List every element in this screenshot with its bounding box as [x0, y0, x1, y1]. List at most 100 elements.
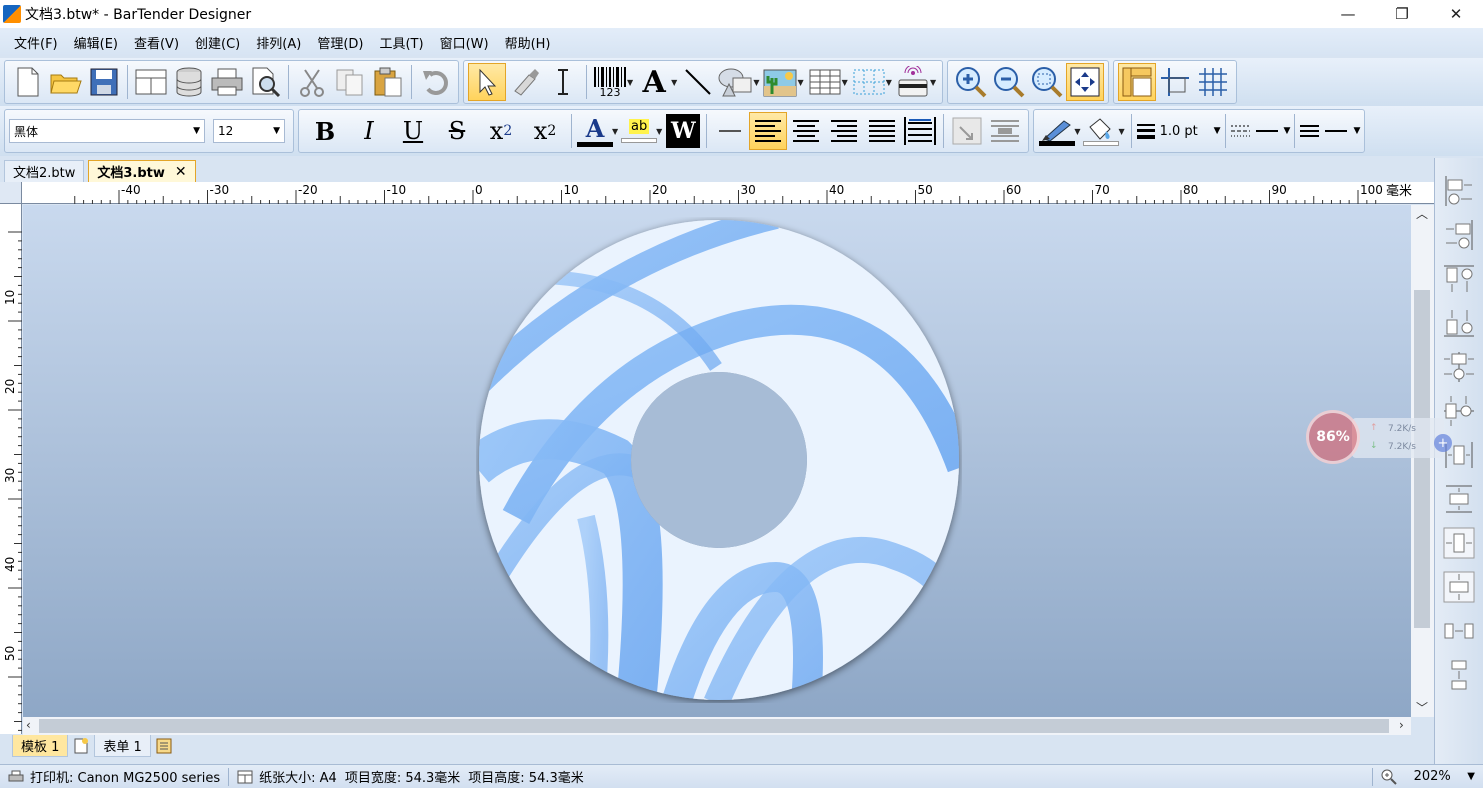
network-speed-widget[interactable]: ↑ 7.2K/s ↓ 7.2K/s + 86% [1306, 410, 1452, 464]
font-color-button[interactable]: A [576, 112, 614, 150]
print-button[interactable] [208, 63, 246, 101]
menu-help[interactable]: 帮助(H) [497, 33, 559, 52]
align-left-button[interactable] [749, 112, 788, 150]
zoom-out-icon [994, 67, 1025, 98]
menu-tools[interactable]: 工具(T) [371, 33, 431, 52]
menu-create[interactable]: 创建(C) [187, 33, 248, 52]
design-canvas[interactable] [23, 205, 1411, 717]
memory-usage-badge[interactable]: 86% [1306, 410, 1360, 464]
expand-plus-icon[interactable]: + [1434, 434, 1452, 452]
compound-style-select[interactable]: ▼ [1299, 122, 1360, 140]
zoom-status[interactable]: 202% ▼ [1373, 769, 1483, 785]
menu-file[interactable]: 文件(F) [6, 33, 66, 52]
menu-administer[interactable]: 管理(D) [309, 33, 371, 52]
print-preview-button[interactable] [246, 63, 284, 101]
new-form-icon[interactable] [153, 735, 175, 757]
font-size-select[interactable]: 12 ▼ [213, 119, 285, 143]
save-button[interactable] [85, 63, 123, 101]
grid-tool-button[interactable] [850, 63, 888, 101]
strikethrough-button[interactable]: S [435, 112, 479, 150]
line-width-select[interactable]: 1.0 pt ▼ [1136, 122, 1221, 140]
zoom-in-button[interactable] [952, 63, 990, 101]
align-bottom-edges-button[interactable] [1440, 304, 1478, 342]
line-color-button[interactable] [1038, 112, 1076, 150]
shape-tool-button[interactable] [717, 63, 755, 101]
align-center-button[interactable] [787, 112, 825, 150]
minimize-button[interactable]: — [1321, 0, 1375, 28]
italic-button[interactable]: I [347, 112, 391, 150]
zoom-fit-button[interactable] [1028, 63, 1066, 101]
text-wrap-icon [952, 117, 982, 145]
close-icon[interactable]: ✕ [175, 164, 187, 180]
scroll-left-icon[interactable]: ‹ [26, 718, 31, 732]
page-setup-button[interactable] [132, 63, 170, 101]
table-tool-button[interactable] [806, 63, 844, 101]
paste-button[interactable] [369, 63, 407, 101]
bold-button[interactable]: B [303, 112, 347, 150]
select-tool-button[interactable] [468, 63, 506, 101]
scroll-up-icon[interactable]: ︿ [1416, 205, 1428, 222]
align-right-button[interactable] [825, 112, 863, 150]
toolbar-separator [411, 65, 412, 99]
center-horizontal-button[interactable] [1440, 524, 1478, 562]
highlight-button[interactable]: ab [620, 112, 658, 150]
fit-width-button[interactable] [901, 112, 939, 150]
tab-template-1[interactable]: 模板 1 [12, 735, 69, 757]
word-art-button[interactable]: W [664, 112, 702, 150]
equal-spacing-horizontal-button[interactable] [1440, 612, 1478, 650]
undo-button[interactable] [416, 63, 454, 101]
distribute-vertical-button[interactable] [1440, 480, 1478, 518]
superscript-button[interactable]: x2 [523, 112, 567, 150]
menu-view[interactable]: 查看(V) [126, 33, 187, 52]
text-wrap-button[interactable] [948, 112, 986, 150]
tab-document2[interactable]: 文档2.btw [4, 160, 85, 182]
dash-button[interactable] [711, 112, 749, 150]
cd-label-object[interactable] [476, 217, 962, 703]
menu-edit[interactable]: 编辑(E) [66, 33, 126, 52]
equal-spacing-vertical-button[interactable] [1440, 656, 1478, 694]
new-template-icon[interactable] [70, 735, 92, 757]
restore-button[interactable]: ❐ [1375, 0, 1429, 28]
open-button[interactable] [47, 63, 85, 101]
subscript-button[interactable]: x2 [479, 112, 523, 150]
close-button[interactable]: ✕ [1429, 0, 1483, 28]
rfid-tool-button[interactable] [894, 63, 932, 101]
text-tool-button[interactable]: A [635, 63, 673, 101]
grid-toggle-button[interactable] [1194, 63, 1232, 101]
scroll-down-icon[interactable]: ﹀ [1416, 699, 1428, 716]
underline-button[interactable]: U [391, 112, 435, 150]
zoom-out-button[interactable] [990, 63, 1028, 101]
barcode-button[interactable]: 123 [591, 63, 629, 101]
rulers-toggle-button[interactable] [1118, 63, 1157, 101]
horizontal-scrollbar[interactable]: ‹ › [23, 717, 1411, 735]
printer-status[interactable]: 打印机: Canon MG2500 series [0, 767, 228, 786]
font-name-select[interactable]: 黑体 ▼ [9, 119, 205, 143]
align-horizontal-centers-button[interactable] [1440, 348, 1478, 386]
paper-status[interactable]: 纸张大小: A4 [229, 767, 345, 786]
fit-to-window-button[interactable] [1066, 63, 1105, 101]
text-format-button[interactable] [986, 112, 1024, 150]
scroll-right-icon[interactable]: › [1399, 718, 1404, 732]
copy-button[interactable] [331, 63, 369, 101]
chevron-down-icon[interactable]: ▼ [1467, 771, 1475, 782]
picture-tool-button[interactable] [761, 63, 799, 101]
horizontal-scroll-thumb[interactable] [39, 719, 1389, 733]
text-cursor-button[interactable] [544, 63, 582, 101]
align-left-edges-button[interactable] [1440, 172, 1478, 210]
fill-color-button[interactable] [1082, 112, 1120, 150]
line-tool-button[interactable] [679, 63, 717, 101]
dash-style-select[interactable]: ▼ [1230, 122, 1290, 140]
format-painter-button[interactable] [506, 63, 544, 101]
cut-button[interactable] [293, 63, 331, 101]
align-top-edges-button[interactable] [1440, 260, 1478, 298]
guides-toggle-button[interactable] [1156, 63, 1194, 101]
tab-document3[interactable]: 文档3.btw ✕ [88, 160, 196, 182]
align-right-edges-button[interactable] [1440, 216, 1478, 254]
justify-button[interactable] [863, 112, 901, 150]
center-vertical-button[interactable] [1440, 568, 1478, 606]
tab-form-1[interactable]: 表单 1 [94, 735, 151, 757]
database-button[interactable] [170, 63, 208, 101]
new-document-button[interactable] [9, 63, 47, 101]
menu-arrange[interactable]: 排列(A) [248, 33, 309, 52]
menu-window[interactable]: 窗口(W) [432, 33, 497, 52]
